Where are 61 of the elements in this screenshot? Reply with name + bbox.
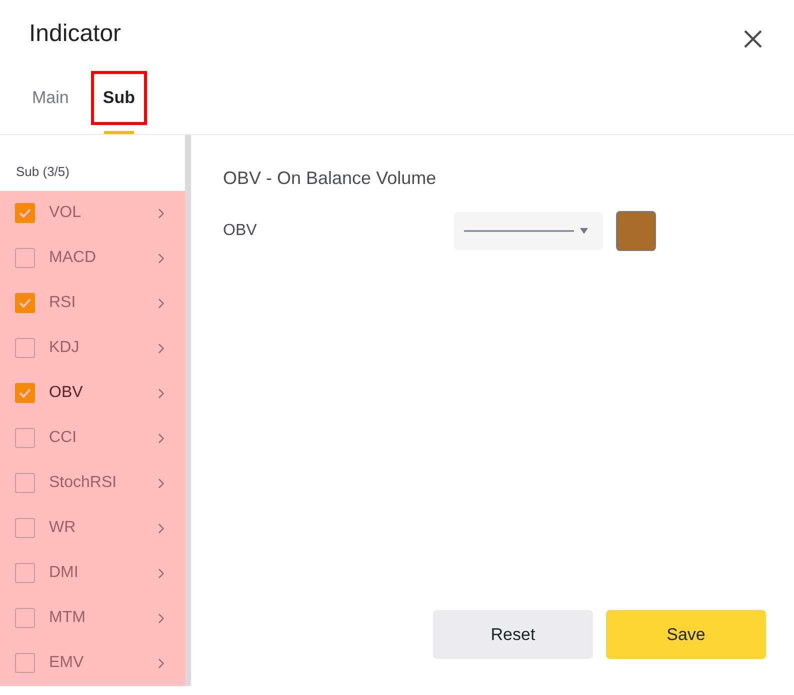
chevron-icon [158,612,165,624]
check-icon [18,386,32,400]
section-title: OBV - On Balance Volume [223,167,438,190]
indicator-item[interactable]: EMV [0,640,185,686]
chevron-icon [158,658,165,668]
indicator-label: VOL [49,203,82,223]
checkbox[interactable] [15,608,35,628]
chevron-icon [158,252,165,264]
chevron-icon [158,568,165,578]
caret-icon [580,228,588,234]
indicator-label: MTM [49,608,86,628]
checkbox[interactable] [15,653,35,673]
checkbox[interactable] [15,518,35,538]
indicator-label: EMV [49,653,85,673]
chevron-icon [158,478,165,488]
indicator-item[interactable]: DMI [0,550,185,596]
chevron-icon [158,522,165,534]
indicator-label: CCI [49,428,78,448]
checkbox[interactable] [15,248,35,268]
indicator-item[interactable]: OBV [0,370,185,416]
check-icon [18,296,32,310]
indicator-label: OBV [49,383,84,403]
indicator-item[interactable]: MACD [0,236,185,280]
save-button[interactable]: Save [606,610,766,659]
window-title: Indicator [29,19,122,49]
indicator-item[interactable]: KDJ [0,326,185,370]
indicator-item[interactable]: RSI [0,280,185,326]
reset-button[interactable]: Reset [433,610,593,659]
checkbox[interactable] [15,203,35,223]
checkbox[interactable] [15,293,35,313]
chevron-icon [158,432,165,444]
tab-indicator [104,131,134,134]
indicator-label: MACD [49,248,98,268]
checkbox[interactable] [15,383,35,403]
indicator-item[interactable]: MTM [0,596,185,640]
checkbox[interactable] [15,428,35,448]
indicator-item[interactable]: VOL [0,190,185,236]
color-swatch[interactable] [616,211,656,251]
indicator-label: WR [49,518,77,538]
checkbox[interactable] [15,563,35,583]
indicator-item[interactable]: WR [0,506,185,550]
chevron-icon [158,388,165,398]
indicator-label: StochRSI [49,473,118,493]
chevron-icon [158,208,165,218]
indicator-label: RSI [49,293,77,313]
line-style-icon [464,230,574,232]
close-icon[interactable] [742,28,764,50]
checkbox[interactable] [15,473,35,493]
check-icon [18,206,32,220]
list-header: Sub (3/5) [15,163,70,181]
line-label: OBV [223,221,258,241]
line-style-dropdown[interactable] [454,212,603,250]
indicator-item[interactable]: StochRSI [0,460,185,506]
indicator-label: KDJ [49,338,80,358]
indicator-label: DMI [49,563,80,583]
indicator-item[interactable]: CCI [0,416,185,460]
tab[interactable]: Main [32,87,69,109]
chevron-icon [158,298,165,308]
chevron-icon [158,342,165,354]
tab[interactable]: Sub [102,87,135,109]
checkbox[interactable] [15,338,35,358]
